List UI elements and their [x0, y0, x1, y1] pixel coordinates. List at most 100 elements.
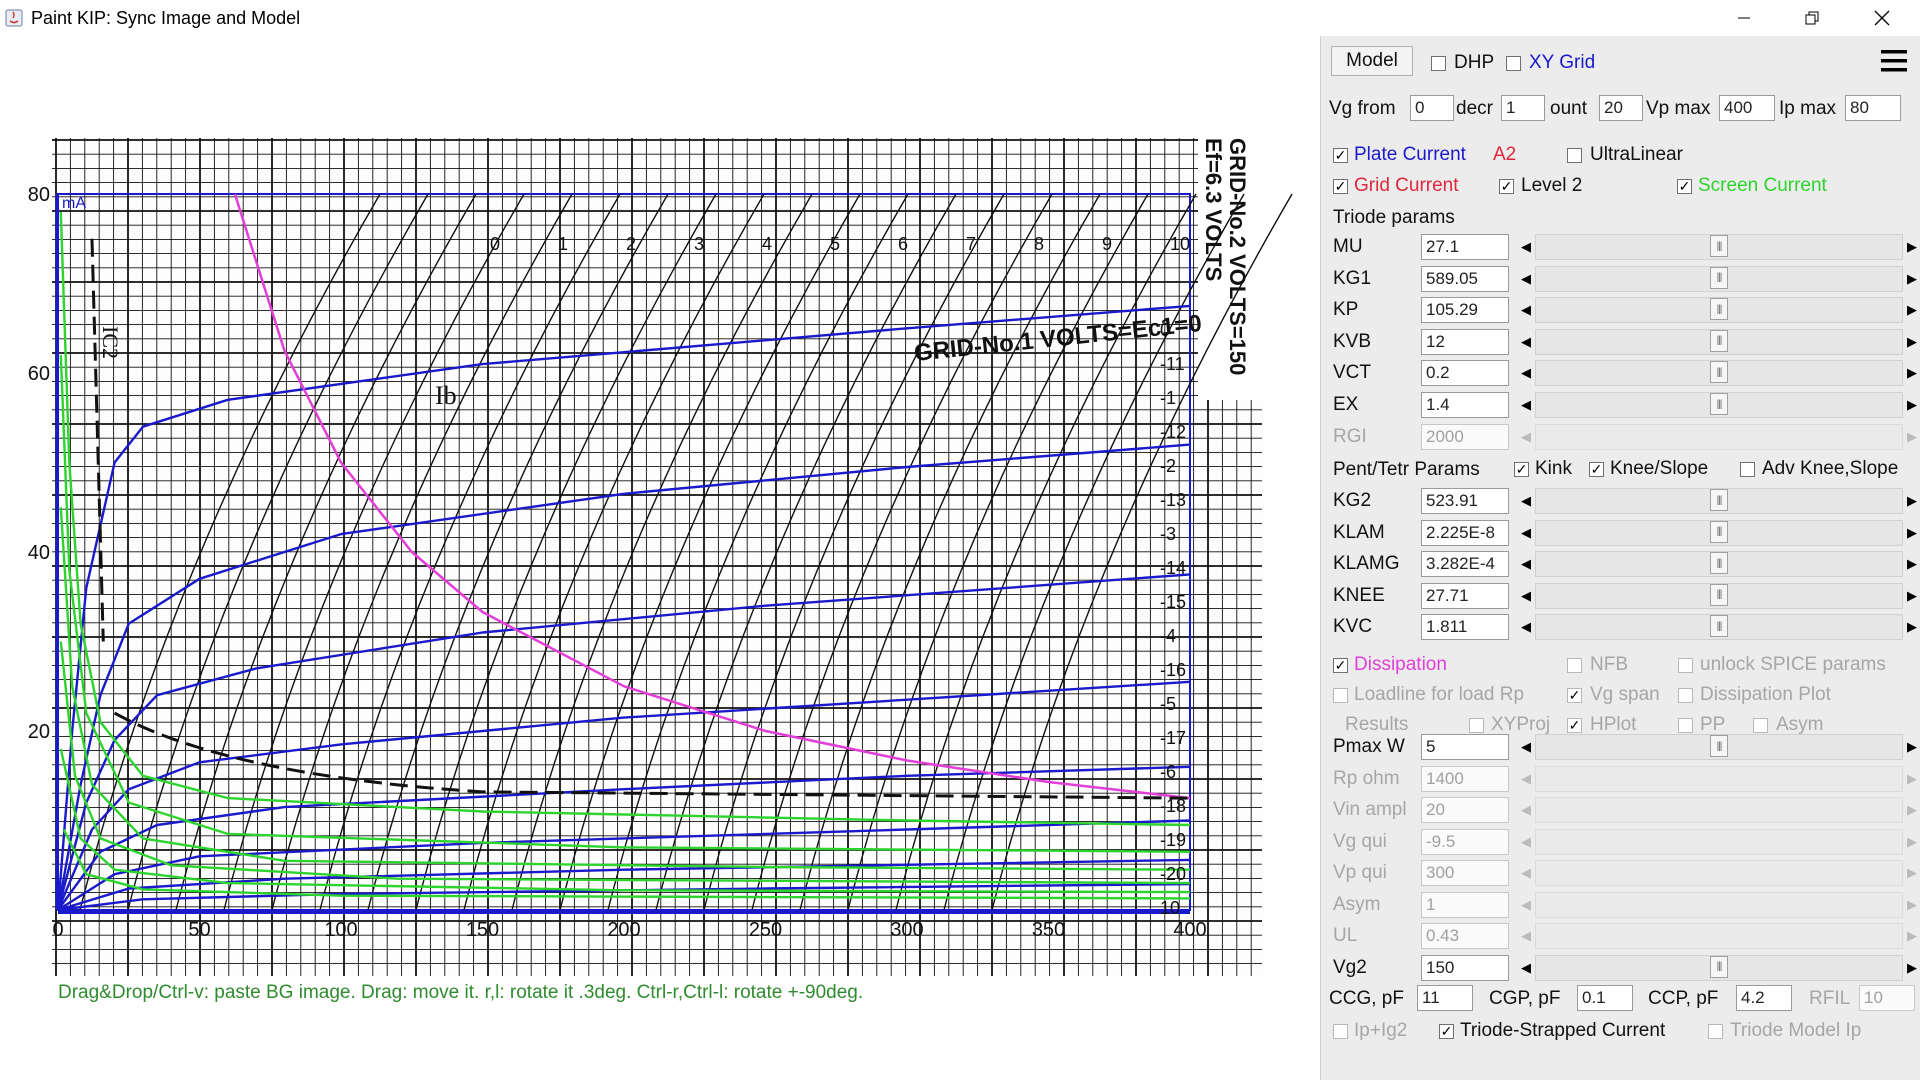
unlock-spice-checkbox[interactable] [1678, 658, 1693, 673]
scroll-left-arrow-icon[interactable]: ◀ [1517, 551, 1535, 577]
circuit-param-slider-asym[interactable]: ◀ ▶ [1517, 891, 1920, 918]
triode-param-slider-kvb[interactable]: ◀ ▶ ||| [1517, 328, 1920, 355]
scroll-left-arrow-icon[interactable]: ◀ [1517, 520, 1535, 546]
scroll-left-arrow-icon[interactable]: ◀ [1517, 392, 1535, 418]
decr-input[interactable]: 1 [1501, 95, 1545, 121]
asym-checkbox[interactable] [1753, 718, 1768, 733]
pent-param-input-knee[interactable]: 27.71 [1421, 582, 1509, 609]
scroll-left-arrow-icon[interactable]: ◀ [1517, 797, 1535, 823]
screen-current-checkbox[interactable]: ✓ [1677, 179, 1692, 194]
slider-track[interactable] [1535, 797, 1903, 823]
scroll-right-arrow-icon[interactable]: ▶ [1903, 923, 1920, 949]
close-button[interactable] [1852, 0, 1912, 36]
scroll-right-arrow-icon[interactable]: ▶ [1903, 955, 1920, 981]
scroll-left-arrow-icon[interactable]: ◀ [1517, 488, 1535, 514]
scroll-left-arrow-icon[interactable]: ◀ [1517, 614, 1535, 640]
slider-thumb[interactable]: ||| [1710, 552, 1728, 575]
circuit-param-input-asym[interactable]: 1 [1421, 891, 1509, 918]
scroll-right-arrow-icon[interactable]: ▶ [1903, 797, 1920, 823]
slider-track[interactable] [1535, 828, 1903, 855]
hplot-checkbox[interactable]: ✓ [1567, 718, 1582, 733]
circuit-param-input-vg-qui[interactable]: -9.5 [1421, 828, 1509, 855]
kink-checkbox[interactable]: ✓ [1514, 462, 1529, 477]
scroll-right-arrow-icon[interactable]: ▶ [1903, 520, 1920, 546]
triode-param-input-kvb[interactable]: 12 [1421, 328, 1509, 355]
slider-track[interactable] [1535, 891, 1903, 918]
scroll-right-arrow-icon[interactable]: ▶ [1903, 234, 1920, 260]
scroll-left-arrow-icon[interactable]: ◀ [1517, 360, 1535, 386]
triode-param-slider-rgi[interactable]: ◀ ▶ [1517, 423, 1920, 450]
scroll-right-arrow-icon[interactable]: ▶ [1903, 392, 1920, 418]
pent-param-input-kg2[interactable]: 523.91 [1421, 488, 1509, 514]
plate-current-checkbox[interactable]: ✓ [1333, 148, 1348, 163]
pent-param-slider-klamg[interactable]: ◀ ▶ ||| [1517, 551, 1920, 578]
scroll-right-arrow-icon[interactable]: ▶ [1903, 360, 1920, 386]
circuit-param-slider-vg2[interactable]: ◀ ▶ ||| [1517, 954, 1920, 981]
pent-param-slider-klam[interactable]: ◀ ▶ ||| [1517, 519, 1920, 546]
slider-thumb[interactable]: ||| [1710, 735, 1728, 757]
triode-model-ip-checkbox[interactable] [1708, 1024, 1723, 1039]
scroll-right-arrow-icon[interactable]: ▶ [1903, 329, 1920, 355]
ip-max-input[interactable]: 80 [1845, 95, 1901, 121]
slider-track[interactable] [1535, 765, 1903, 792]
triode-param-slider-kp[interactable]: ◀ ▶ ||| [1517, 297, 1920, 324]
scroll-left-arrow-icon[interactable]: ◀ [1517, 734, 1535, 760]
scroll-left-arrow-icon[interactable]: ◀ [1517, 583, 1535, 609]
triode-param-input-rgi[interactable]: 2000 [1421, 423, 1509, 450]
slider-thumb[interactable]: ||| [1710, 615, 1728, 638]
triode-param-input-kg1[interactable]: 589.05 [1421, 265, 1509, 292]
triode-param-slider-kg1[interactable]: ◀ ▶ ||| [1517, 265, 1920, 292]
scroll-left-arrow-icon[interactable]: ◀ [1517, 860, 1535, 886]
slider-thumb[interactable]: ||| [1710, 583, 1728, 606]
scroll-left-arrow-icon[interactable]: ◀ [1517, 829, 1535, 855]
pent-param-slider-kvc[interactable]: ◀ ▶ ||| [1517, 614, 1920, 641]
nfb-checkbox[interactable] [1567, 658, 1582, 673]
scroll-left-arrow-icon[interactable]: ◀ [1517, 766, 1535, 792]
xyproj-checkbox[interactable] [1469, 718, 1484, 733]
scroll-left-arrow-icon[interactable]: ◀ [1517, 266, 1535, 292]
pent-param-input-klam[interactable]: 2.225E-8 [1421, 519, 1509, 546]
slider-thumb[interactable]: ||| [1710, 393, 1728, 415]
triode-param-input-vct[interactable]: 0.2 [1421, 360, 1509, 387]
scroll-left-arrow-icon[interactable]: ◀ [1517, 234, 1535, 260]
scroll-right-arrow-icon[interactable]: ▶ [1903, 766, 1920, 792]
loadline-checkbox[interactable] [1333, 688, 1348, 703]
scroll-right-arrow-icon[interactable]: ▶ [1903, 297, 1920, 323]
circuit-param-input-ul[interactable]: 0.43 [1421, 923, 1509, 949]
scroll-right-arrow-icon[interactable]: ▶ [1903, 860, 1920, 886]
slider-track[interactable] [1535, 860, 1903, 886]
scroll-left-arrow-icon[interactable]: ◀ [1517, 892, 1535, 918]
circuit-param-slider-vin-ampl[interactable]: ◀ ▶ [1517, 797, 1920, 823]
ccg-input[interactable]: 11 [1417, 985, 1473, 1011]
scroll-left-arrow-icon[interactable]: ◀ [1517, 297, 1535, 323]
scroll-right-arrow-icon[interactable]: ▶ [1903, 583, 1920, 609]
slider-thumb[interactable]: ||| [1710, 361, 1728, 384]
minimize-button[interactable] [1714, 0, 1774, 36]
scroll-right-arrow-icon[interactable]: ▶ [1903, 734, 1920, 760]
knee-slope-checkbox[interactable]: ✓ [1589, 462, 1604, 477]
circuit-param-slider-vp-qui[interactable]: ◀ ▶ [1517, 860, 1920, 886]
scroll-left-arrow-icon[interactable]: ◀ [1517, 424, 1535, 450]
pent-param-input-klamg[interactable]: 3.282E-4 [1421, 551, 1509, 578]
triode-param-slider-vct[interactable]: ◀ ▶ ||| [1517, 360, 1920, 387]
dhp-checkbox[interactable] [1431, 56, 1446, 71]
scroll-right-arrow-icon[interactable]: ▶ [1903, 829, 1920, 855]
circuit-param-input-vin-ampl[interactable]: 20 [1421, 797, 1509, 823]
pent-param-slider-kg2[interactable]: ◀ ▶ ||| [1517, 488, 1920, 514]
ccp-input[interactable]: 4.2 [1736, 985, 1792, 1011]
slider-thumb[interactable]: ||| [1710, 955, 1728, 978]
circuit-param-input-rp-ohm[interactable]: 1400 [1421, 765, 1509, 792]
tube-curve-chart[interactable]: 0 50 100 150 200 250 300 350 40020406080 mAGRID-N… [0, 36, 1320, 1036]
triode-param-slider-ex[interactable]: ◀ ▶ ||| [1517, 392, 1920, 418]
ultralinear-checkbox[interactable] [1567, 148, 1582, 163]
triode-param-input-ex[interactable]: 1.4 [1421, 392, 1509, 418]
xy-grid-checkbox[interactable] [1506, 56, 1521, 71]
circuit-param-input-vp-qui[interactable]: 300 [1421, 860, 1509, 886]
slider-thumb[interactable]: ||| [1710, 266, 1728, 289]
scroll-right-arrow-icon[interactable]: ▶ [1903, 266, 1920, 292]
dissipation-checkbox[interactable]: ✓ [1333, 658, 1348, 673]
vg-from-input[interactable]: 0 [1410, 95, 1454, 121]
grid-current-checkbox[interactable]: ✓ [1333, 179, 1348, 194]
slider-thumb[interactable]: ||| [1710, 298, 1728, 321]
model-button[interactable]: Model [1331, 46, 1413, 76]
